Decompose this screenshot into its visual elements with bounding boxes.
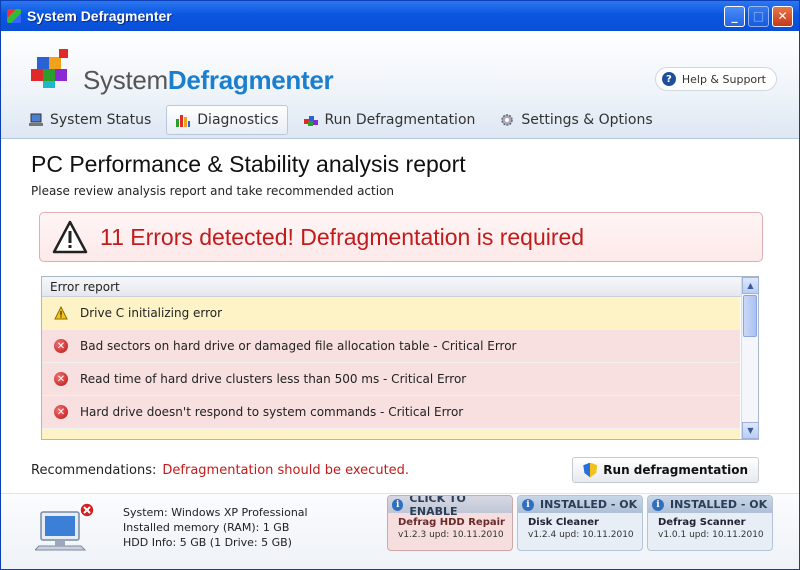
title-bar[interactable]: System Defragmenter _ □ ✕	[1, 1, 799, 31]
warning-icon	[54, 306, 68, 320]
help-label: Help & Support	[681, 72, 766, 86]
tab-settings-options[interactable]: Settings & Options	[490, 105, 661, 135]
page-subtitle: Please review analysis report and take r…	[31, 184, 395, 198]
card-status: CLICK TO ENABLE	[409, 495, 466, 518]
minimize-button[interactable]: _	[724, 5, 745, 27]
tab-label: Diagnostics	[197, 111, 279, 128]
card-version: v1.0.1 upd: 10.11.2010	[658, 530, 764, 540]
page-title: PC Performance & Stability analysis repo…	[31, 151, 466, 177]
shield-icon	[583, 462, 598, 478]
help-support-button[interactable]: ? Help & Support	[654, 67, 777, 91]
tab-bar: System Status Diagnostics Run Defragment…	[1, 95, 799, 139]
report-list: Drive C initializing error ✕ Bad sectors…	[42, 297, 740, 439]
report-header: Error report	[42, 277, 758, 297]
card-version: v1.2.3 upd: 10.11.2010	[398, 530, 504, 540]
row-text: Drive C initializing error	[80, 306, 223, 320]
row-text: Read time of hard drive clusters less th…	[80, 372, 467, 386]
error-icon: ✕	[54, 372, 68, 386]
error-alert: 11 Errors detected! Defragmentation is r…	[39, 212, 763, 262]
system-os: System: Windows XP Professional	[123, 506, 308, 519]
card-version: v1.2.4 upd: 10.11.2010	[528, 530, 634, 540]
report-scrollbar[interactable]: ▲ ▼	[741, 277, 759, 439]
error-report-panel: Error report Drive C initializing error …	[41, 276, 759, 440]
tab-label: Run Defragmentation	[324, 111, 476, 128]
bar-chart-icon	[176, 114, 191, 127]
app-icon	[7, 9, 21, 23]
laptop-icon	[29, 113, 43, 126]
gear-icon	[501, 113, 514, 126]
status-footer: System: Windows XP Professional Installe…	[1, 493, 799, 569]
module-card-defrag-hdd-repair[interactable]: i CLICK TO ENABLE Defrag HDD Repair v1.2.…	[387, 495, 513, 551]
card-status: INSTALLED - OK	[540, 498, 638, 511]
window-controls: _ □ ✕	[724, 5, 793, 27]
tab-system-status[interactable]: System Status	[19, 105, 160, 135]
card-status: INSTALLED - OK	[670, 498, 768, 511]
system-memory: Installed memory (RAM): 1 GB	[123, 521, 290, 534]
logo-icon	[31, 49, 68, 88]
list-item: Drive C initializing error	[42, 297, 740, 330]
alert-message: 11 Errors detected! Defragmentation is r…	[100, 223, 585, 250]
scroll-down-button[interactable]: ▼	[742, 422, 759, 439]
tab-run-defragmentation[interactable]: Run Defragmentation	[294, 105, 485, 135]
module-card-defrag-scanner[interactable]: i INSTALLED - OK Defrag Scanner v1.0.1 up…	[647, 495, 773, 551]
tab-label: Settings & Options	[521, 111, 653, 128]
module-card-disk-cleaner[interactable]: i INSTALLED - OK Disk Cleaner v1.2.4 upd:…	[517, 495, 643, 551]
recommendations-value: Defragmentation should be executed.	[162, 462, 410, 478]
list-item: ✕ Bad sectors on hard drive or damaged f…	[42, 330, 740, 363]
info-icon: i	[522, 498, 534, 511]
close-button[interactable]: ✕	[772, 5, 793, 27]
info-icon: i	[392, 498, 404, 511]
run-defragmentation-button[interactable]: Run defragmentation	[572, 457, 759, 483]
computer-error-icon	[35, 502, 95, 551]
module-cards: i CLICK TO ENABLE Defrag HDD Repair v1.2.…	[387, 495, 773, 551]
list-item-partial	[42, 429, 740, 439]
button-label: Run defragmentation	[603, 463, 748, 477]
tab-label: System Status	[50, 111, 152, 128]
row-text: Hard drive doesn't respond to system com…	[80, 405, 464, 419]
recommendations-label: Recommendations:	[31, 462, 157, 478]
maximize-button[interactable]: □	[748, 5, 769, 27]
app-header: SystemDefragmenter ? Help & Support	[1, 31, 799, 95]
system-info: System: Windows XP Professional Installe…	[123, 505, 308, 550]
window-title: System Defragmenter	[27, 8, 172, 24]
blocks-icon	[303, 115, 318, 126]
scroll-up-button[interactable]: ▲	[742, 277, 759, 294]
system-hdd: HDD Info: 5 GB (1 Drive: 5 GB)	[123, 536, 292, 549]
scroll-thumb[interactable]	[743, 295, 757, 337]
card-name: Defrag Scanner	[658, 517, 746, 528]
card-name: Disk Cleaner	[528, 517, 599, 528]
brand-title: SystemDefragmenter	[83, 65, 334, 95]
row-text: Bad sectors on hard drive or damaged fil…	[80, 339, 517, 353]
info-icon: i	[652, 498, 664, 511]
tab-diagnostics[interactable]: Diagnostics	[166, 104, 288, 135]
error-icon: ✕	[54, 339, 68, 353]
main-content: PC Performance & Stability analysis repo…	[1, 151, 799, 484]
app-window: System Defragmenter _ □ ✕ SystemDefragme…	[0, 0, 800, 570]
warning-icon	[52, 220, 88, 254]
help-icon: ?	[661, 72, 676, 86]
list-item: ✕ Read time of hard drive clusters less …	[42, 363, 740, 396]
list-item: ✕ Hard drive doesn't respond to system c…	[42, 396, 740, 429]
error-icon: ✕	[54, 405, 68, 419]
recommendations-bar: Recommendations: Defragmentation should …	[31, 456, 759, 484]
